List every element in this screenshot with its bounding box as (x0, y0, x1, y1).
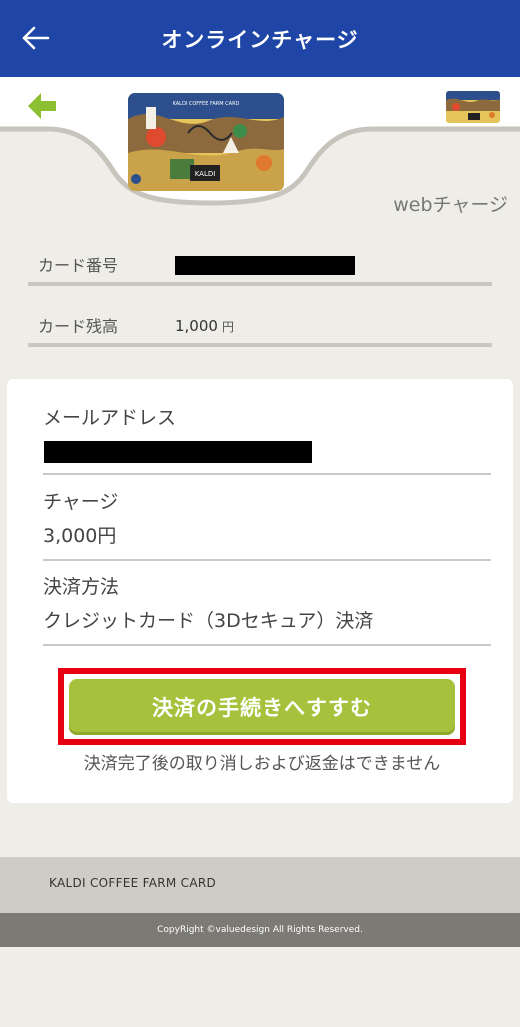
redacted-card-number (175, 256, 355, 275)
redacted-email (44, 441, 312, 463)
footer-brand: KALDI COFFEE FARM CARD (0, 857, 520, 913)
green-arrow-left-icon[interactable] (28, 93, 58, 119)
section-label: webチャージ (393, 194, 508, 216)
payment-method-value: クレジットカード（3Dセキュア）決済 (43, 610, 374, 632)
proceed-to-payment-button[interactable]: 決済の手続きへすすむ (69, 679, 455, 735)
footer-brand-text: KALDI COFFEE FARM CARD (49, 876, 217, 890)
charge-value: 3,000円 (43, 525, 117, 547)
card-balance-row: カード残高 1,000 円 (28, 311, 492, 347)
card-balance-value: 1,000 円 (175, 317, 234, 335)
card-number-row: カード番号 (28, 250, 492, 286)
nav-bar: オンラインチャージ (0, 0, 520, 77)
svg-text:KALDI: KALDI (195, 170, 216, 178)
card-thumbnail[interactable] (446, 91, 500, 123)
payment-method-field: 決済方法 クレジットカード（3Dセキュア）決済 (43, 574, 491, 646)
card-image: KALDI KALDI COFFEE FARM CARD (128, 93, 284, 191)
arrow-left-icon[interactable] (20, 22, 52, 54)
refund-notice: 決済完了後の取り消しおよび返金はできません (83, 754, 441, 774)
email-label: メールアドレス (43, 407, 177, 429)
payment-method-label: 決済方法 (43, 576, 120, 598)
card-number-label: カード番号 (38, 256, 119, 275)
svg-text:KALDI COFFEE FARM CARD: KALDI COFFEE FARM CARD (173, 101, 240, 107)
page-title: オンラインチャージ (161, 27, 359, 52)
footer-copyright: CopyRight ©valuedesign All Rights Reserv… (0, 913, 520, 947)
charge-form: メールアドレス チャージ 3,000円 決済方法 クレジットカード（3Dセキュア… (7, 379, 513, 803)
copyright-text: CopyRight ©valuedesign All Rights Reserv… (157, 925, 363, 935)
charge-field: チャージ 3,000円 (43, 489, 491, 561)
email-field: メールアドレス (43, 405, 491, 475)
charge-label: チャージ (43, 491, 119, 513)
card-balance-label: カード残高 (38, 317, 119, 336)
